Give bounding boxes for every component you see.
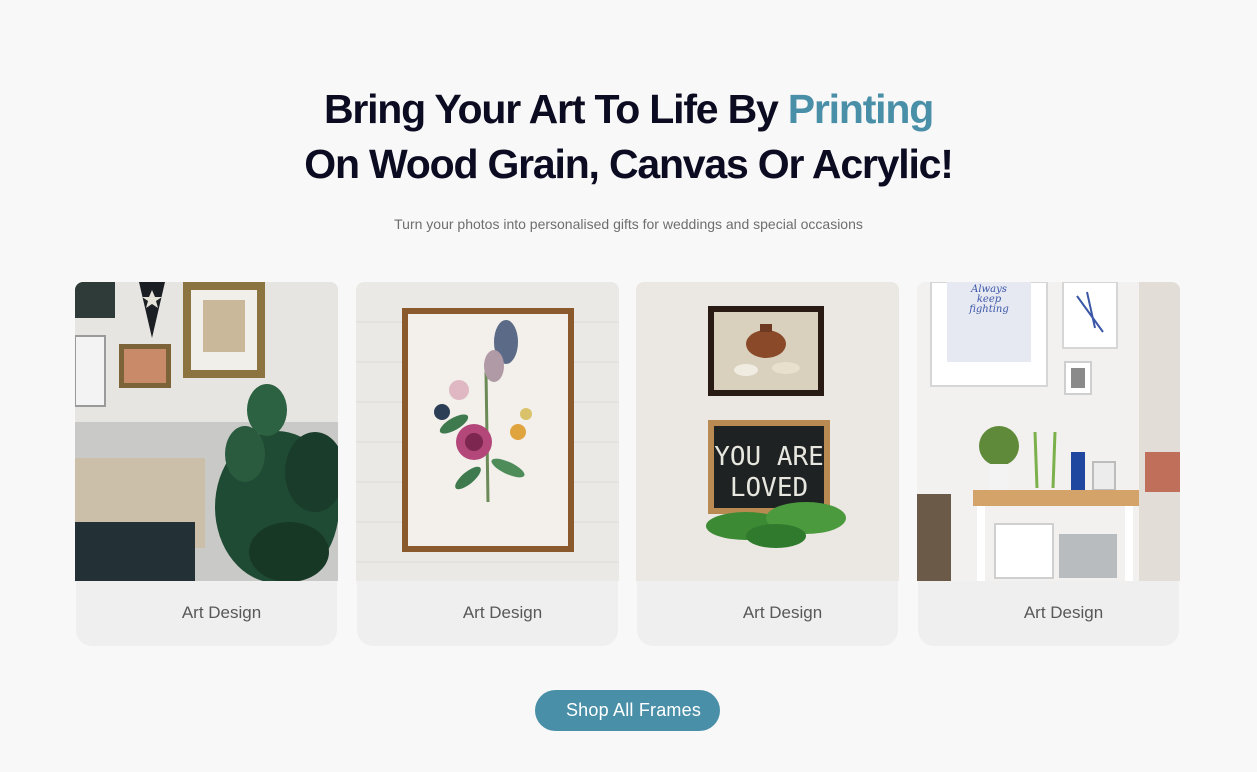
poster-line3: fighting [968, 304, 1009, 315]
product-card[interactable]: Art Design [356, 282, 619, 646]
product-card[interactable]: Art Design [75, 282, 338, 646]
card-image-bright-room[interactable]: Always keep fighting [917, 282, 1180, 581]
card-image-chalkboard[interactable]: YOU ARE LOVED [636, 282, 899, 581]
hero-title-part2: On Wood Grain, Canvas Or Acrylic! [304, 141, 954, 187]
card-caption[interactable]: Art Design [357, 581, 618, 646]
chalkboard-photo: YOU ARE LOVED [636, 282, 899, 581]
product-card[interactable]: Always keep fighting Art Design [917, 282, 1180, 646]
chalkboard-line2: LOVED [730, 473, 808, 503]
hero-subtitle: Turn your photos into personalised gifts… [394, 216, 863, 232]
living-room-photo [75, 282, 338, 581]
botanical-print-photo [356, 282, 619, 581]
shop-all-frames-button[interactable]: Shop All Frames [535, 690, 720, 731]
card-caption[interactable]: Art Design [918, 581, 1179, 646]
card-image-botanical-print[interactable] [356, 282, 619, 581]
chalkboard-line1: YOU ARE [714, 442, 824, 472]
card-caption[interactable]: Art Design [637, 581, 898, 646]
hero-title-accent: Printing [787, 86, 934, 132]
hero-title-part1: Bring Your Art To Life By [323, 86, 788, 132]
card-image-living-room[interactable] [75, 282, 338, 581]
card-caption[interactable]: Art Design [76, 581, 337, 646]
hero-title: Bring Your Art To Life By Printing On Wo… [0, 82, 1257, 192]
bright-room-photo: Always keep fighting [917, 282, 1180, 581]
product-card[interactable]: YOU ARE LOVED Art Design [636, 282, 899, 646]
